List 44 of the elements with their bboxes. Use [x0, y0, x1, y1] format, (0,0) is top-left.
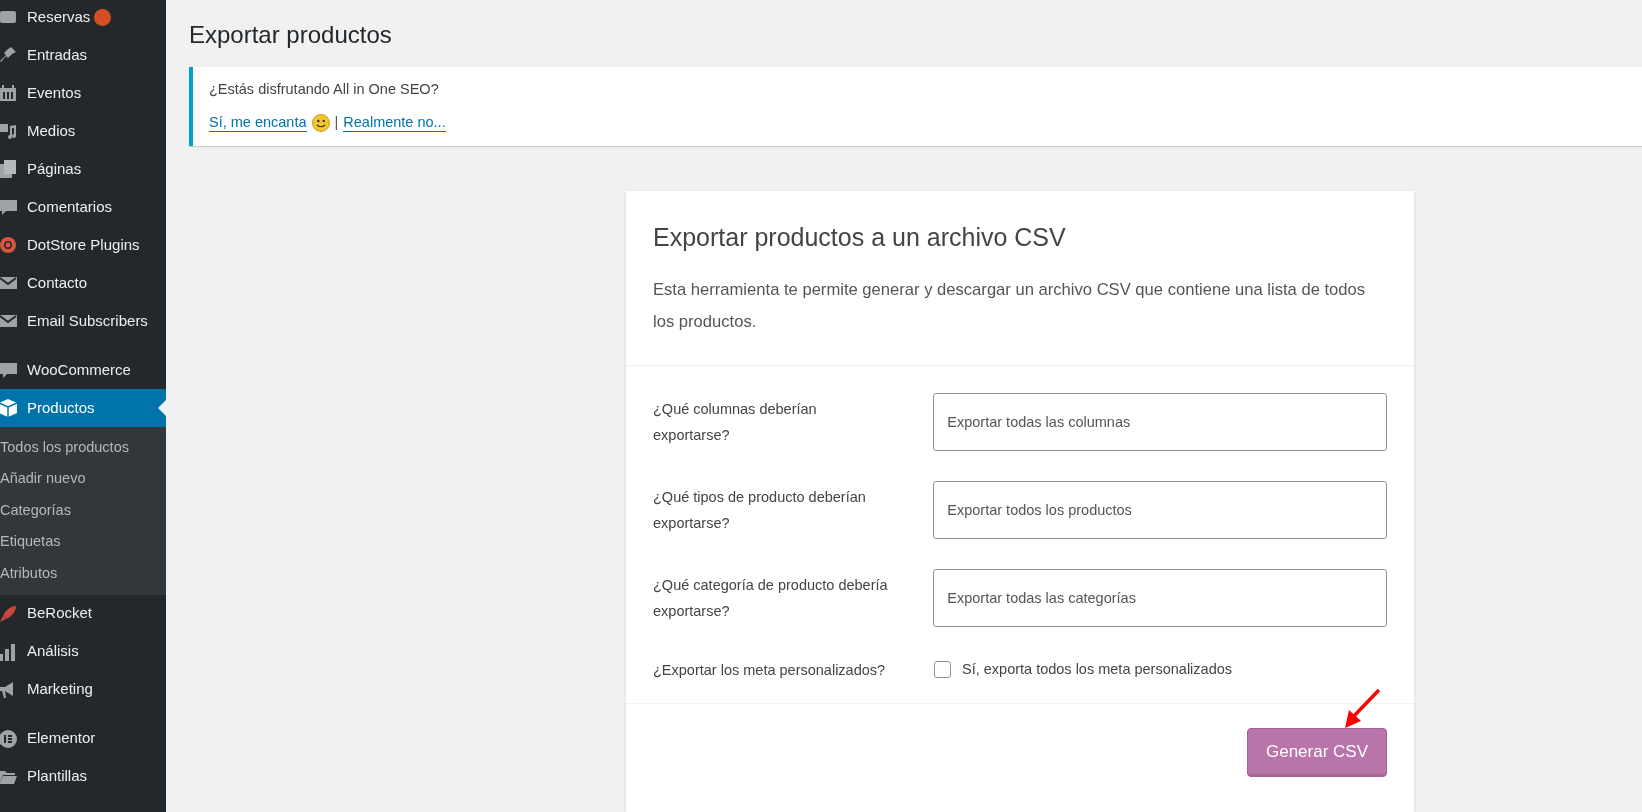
sidebar-item[interactable]: DotStore Plugins — [0, 226, 166, 264]
sidebar-item[interactable]: Análisis — [0, 632, 166, 671]
speech-bubble-icon — [0, 197, 18, 217]
field-label: ¿Qué tipos de producto deberían exportarse? — [653, 487, 867, 533]
notice-link[interactable]: Sí, me encanta — [209, 113, 307, 132]
sidebar-item[interactable]: BeRocket — [0, 594, 166, 633]
sidebar-item[interactable]: WooCommerce — [0, 351, 166, 389]
sidebar-item[interactable]: Marketing — [0, 670, 166, 709]
sidebar-item[interactable]: Páginas — [0, 150, 166, 188]
card-title: Exportar productos a un archivo CSV — [653, 222, 1067, 253]
select-field[interactable]: Exportar todas las columnas — [933, 392, 1387, 451]
bar-chart-icon — [0, 641, 18, 662]
current-indicator — [158, 400, 166, 416]
sidebar-item[interactable]: Contacto — [0, 264, 166, 302]
sidebar-item[interactable]: Productos — [0, 389, 166, 427]
field-label: ¿Qué columnas deberían exportarse? — [653, 399, 818, 445]
page-title: Exportar productos — [189, 20, 392, 50]
sidebar-item[interactable]: Medios — [0, 112, 166, 150]
annotation-arrow — [1343, 688, 1381, 730]
sidebar-item[interactable]: Comentarios — [0, 188, 166, 226]
pages-icon — [0, 159, 18, 179]
checkbox-option[interactable]: Sí, exporta todos los meta personalizados — [934, 658, 1232, 681]
select-field[interactable]: Exportar todas las categorías — [933, 568, 1387, 627]
submenu-item[interactable]: Añadir nuevo — [0, 463, 166, 495]
select-field[interactable]: Exportar todos los productos — [933, 480, 1387, 539]
field-label: ¿Qué categoría de producto debería exportarse? — [653, 575, 889, 621]
submenu-item[interactable]: Categorías — [0, 495, 166, 527]
box-icon — [0, 398, 18, 418]
card-description: Esta herramienta te permite generar y descargar un archivo CSV que contiene una lista de todos los productos. — [653, 278, 1367, 333]
submenu-item[interactable]: Todos los productos — [0, 432, 166, 464]
sidebar-item[interactable]: Elementor — [0, 719, 166, 758]
sidebar-item[interactable]: Reservas — [0, 0, 166, 36]
notice-text: ¿Estás disfrutando All in One SEO? — [209, 80, 439, 100]
sidebar-item[interactable]: Email Subscribers — [0, 302, 166, 340]
separator-text: | — [334, 113, 339, 132]
sidebar-item[interactable]: Eventos — [0, 74, 166, 112]
sidebar-item[interactable]: Entradas — [0, 36, 166, 74]
field-label: ¿Exportar los meta personalizados? — [653, 660, 887, 680]
media-icon — [0, 121, 18, 141]
submenu-item[interactable]: Etiquetas — [0, 526, 166, 558]
smiley-icon — [311, 113, 330, 132]
sidebar-item[interactable]: Plantillas — [0, 757, 166, 796]
notice-link[interactable]: Realmente no... — [343, 113, 446, 132]
submenu-item[interactable]: Atributos — [0, 558, 166, 590]
